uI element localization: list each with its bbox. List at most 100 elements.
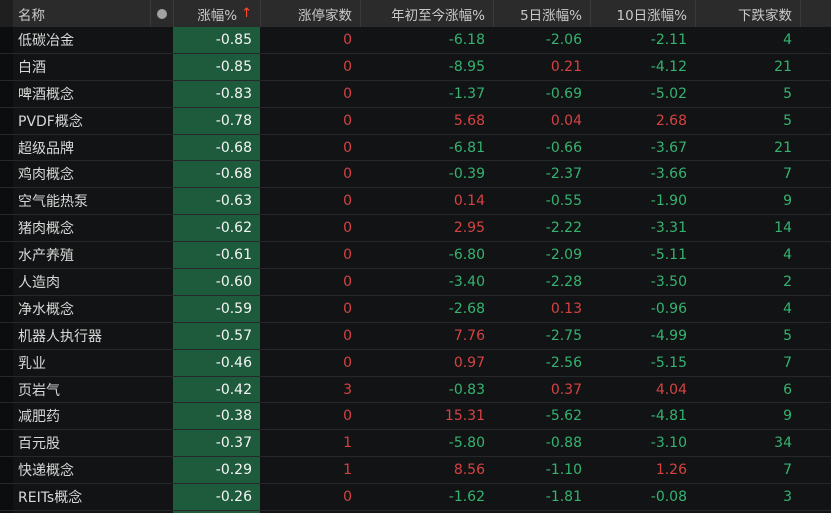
limit-up-cell-value: 0 — [343, 489, 352, 506]
d5-cell: -0.88 — [493, 430, 590, 456]
column-header-ytd-label: 年初至今涨幅% — [391, 7, 485, 24]
table-row[interactable]: 低碳冶金 -0.85 0 -6.18 -2.06 -2.11 4 — [0, 27, 831, 54]
d10-cell-value: -3.67 — [650, 139, 687, 156]
limit-up-cell-value: 0 — [343, 220, 352, 237]
d5-cell-value: -2.37 — [545, 166, 582, 183]
change-cell-value: -0.57 — [215, 327, 252, 344]
change-cell: -0.42 — [173, 376, 260, 403]
table-row[interactable]: 白酒 -0.85 0 -8.95 0.21 -4.12 21 — [0, 53, 831, 81]
ytd-cell-value: 7.76 — [453, 327, 485, 344]
table-row[interactable]: PVDF概念 -0.78 0 5.68 0.04 2.68 5 — [0, 107, 831, 135]
change-cell: -0.60 — [173, 269, 260, 295]
name-cell-value: 啤酒概念 — [18, 86, 74, 103]
name-cell: 鸡肉概念 — [13, 161, 150, 187]
change-cell-value: -0.38 — [215, 408, 252, 425]
row-gutter — [0, 484, 13, 511]
table-row[interactable]: REITs概念 -0.26 0 -1.62 -1.81 -0.08 3 — [0, 484, 831, 512]
name-cell-value: 页岩气 — [18, 382, 60, 399]
d10-cell-value: -1.90 — [650, 193, 687, 210]
name-cell: 水产养殖 — [13, 242, 150, 268]
limit-up-cell-value: 0 — [343, 354, 352, 371]
row-gutter — [0, 215, 13, 242]
name-cell: 超级品牌 — [13, 135, 150, 161]
row-spacer — [800, 457, 831, 483]
ytd-cell-value: -5.80 — [448, 435, 485, 452]
decliners-cell-value: 3 — [783, 489, 792, 506]
d10-cell-value: -2.11 — [650, 31, 687, 48]
limit-up-cell: 0 — [260, 350, 360, 376]
ytd-cell: -2.68 — [360, 296, 493, 322]
decliners-cell-value: 34 — [774, 435, 792, 452]
limit-up-cell-value: 0 — [343, 327, 352, 344]
d5-cell-value: -0.69 — [545, 85, 582, 102]
change-cell: -0.63 — [173, 188, 260, 215]
ytd-cell-value: 2.95 — [453, 220, 485, 237]
row-spacer — [800, 377, 831, 403]
table-row[interactable]: 人造肉 -0.60 0 -3.40 -2.28 -3.50 2 — [0, 269, 831, 296]
table-row[interactable]: 净水概念 -0.59 0 -2.68 0.13 -0.96 4 — [0, 295, 831, 323]
column-header-5day-change[interactable]: 5日涨幅% — [493, 0, 590, 27]
row-spacer — [800, 484, 831, 510]
marker-cell — [150, 377, 173, 403]
d5-cell: -2.75 — [493, 323, 590, 349]
change-cell-value: -0.68 — [215, 166, 252, 183]
table-row[interactable]: 超级品牌 -0.68 0 -6.81 -0.66 -3.67 21 — [0, 134, 831, 162]
name-cell-value: 猪肉概念 — [18, 221, 74, 238]
table-row[interactable]: 快递概念 -0.29 1 8.56 -1.10 1.26 7 — [0, 457, 831, 485]
change-cell-value: -0.59 — [215, 300, 252, 317]
column-header-marker[interactable] — [150, 0, 173, 27]
column-header-change[interactable]: 涨幅% ↑ — [173, 0, 260, 27]
d5-cell-value: -0.55 — [545, 193, 582, 210]
name-cell: 空气能热泵 — [13, 188, 150, 214]
column-header-10day-change[interactable]: 10日涨幅% — [590, 0, 695, 27]
name-cell-value: 鸡肉概念 — [18, 167, 74, 184]
table-row[interactable]: 鸡肉概念 -0.68 0 -0.39 -2.37 -3.66 7 — [0, 161, 831, 189]
decliners-cell: 6 — [695, 377, 800, 403]
table-row[interactable]: 减肥药 -0.38 0 15.31 -5.62 -4.81 9 — [0, 403, 831, 431]
change-cell-value: -0.37 — [215, 435, 252, 452]
table-row[interactable]: 啤酒概念 -0.83 0 -1.37 -0.69 -5.02 5 — [0, 80, 831, 108]
ytd-cell-value: -6.80 — [448, 247, 485, 264]
column-header-ytd-change[interactable]: 年初至今涨幅% — [360, 0, 493, 27]
ytd-cell-value: -6.81 — [448, 139, 485, 156]
limit-up-cell: 1 — [260, 430, 360, 456]
table-row[interactable]: 水产养殖 -0.61 0 -6.80 -2.09 -5.11 4 — [0, 242, 831, 270]
table-row[interactable]: 空气能热泵 -0.63 0 0.14 -0.55 -1.90 9 — [0, 188, 831, 216]
d10-cell-value: -5.11 — [650, 247, 687, 264]
limit-up-cell-value: 0 — [343, 58, 352, 75]
d10-cell: 4.04 — [590, 377, 695, 403]
limit-up-cell: 0 — [260, 242, 360, 268]
d10-cell-value: -4.12 — [650, 58, 687, 75]
limit-up-cell: 1 — [260, 457, 360, 483]
d5-cell-value: -2.06 — [545, 31, 582, 48]
table-header: 名称 涨幅% ↑ 涨停家数 年初至今涨幅% 5日涨幅% 10日涨幅% 下跌家数 — [0, 0, 831, 27]
table-row[interactable]: 百元股 -0.37 1 -5.80 -0.88 -3.10 34 — [0, 430, 831, 458]
change-cell: -0.85 — [173, 27, 260, 53]
name-cell-value: 人造肉 — [18, 274, 60, 291]
decliners-cell: 7 — [695, 161, 800, 187]
decliners-cell-value: 4 — [783, 31, 792, 48]
ytd-cell: 0.14 — [360, 188, 493, 214]
ytd-cell: -8.95 — [360, 54, 493, 80]
table-row[interactable]: 页岩气 -0.42 3 -0.83 0.37 4.04 6 — [0, 376, 831, 404]
marker-cell — [150, 215, 173, 241]
name-cell-value: 低碳冶金 — [18, 32, 74, 49]
column-header-limit-up-count[interactable]: 涨停家数 — [260, 0, 360, 27]
decliners-cell: 34 — [695, 430, 800, 456]
column-header-decliner-count[interactable]: 下跌家数 — [695, 0, 800, 27]
column-header-name[interactable]: 名称 — [13, 0, 150, 27]
d10-cell: -4.12 — [590, 54, 695, 80]
table-row[interactable]: 乳业 -0.46 0 0.97 -2.56 -5.15 7 — [0, 349, 831, 377]
d5-cell-value: -5.62 — [545, 408, 582, 425]
limit-up-cell-value: 0 — [343, 139, 352, 156]
d5-cell-value: -1.10 — [545, 462, 582, 479]
decliners-cell-value: 7 — [783, 166, 792, 183]
change-cell: -0.62 — [173, 215, 260, 242]
table-row[interactable]: 猪肉概念 -0.62 0 2.95 -2.22 -3.31 14 — [0, 215, 831, 243]
row-gutter — [0, 403, 13, 430]
table-row[interactable]: 机器人执行器 -0.57 0 7.76 -2.75 -4.99 5 — [0, 322, 831, 350]
d5-cell: 0.04 — [493, 108, 590, 134]
d5-cell: -2.06 — [493, 27, 590, 53]
d5-cell: -0.69 — [493, 81, 590, 107]
ytd-cell: 7.76 — [360, 323, 493, 349]
